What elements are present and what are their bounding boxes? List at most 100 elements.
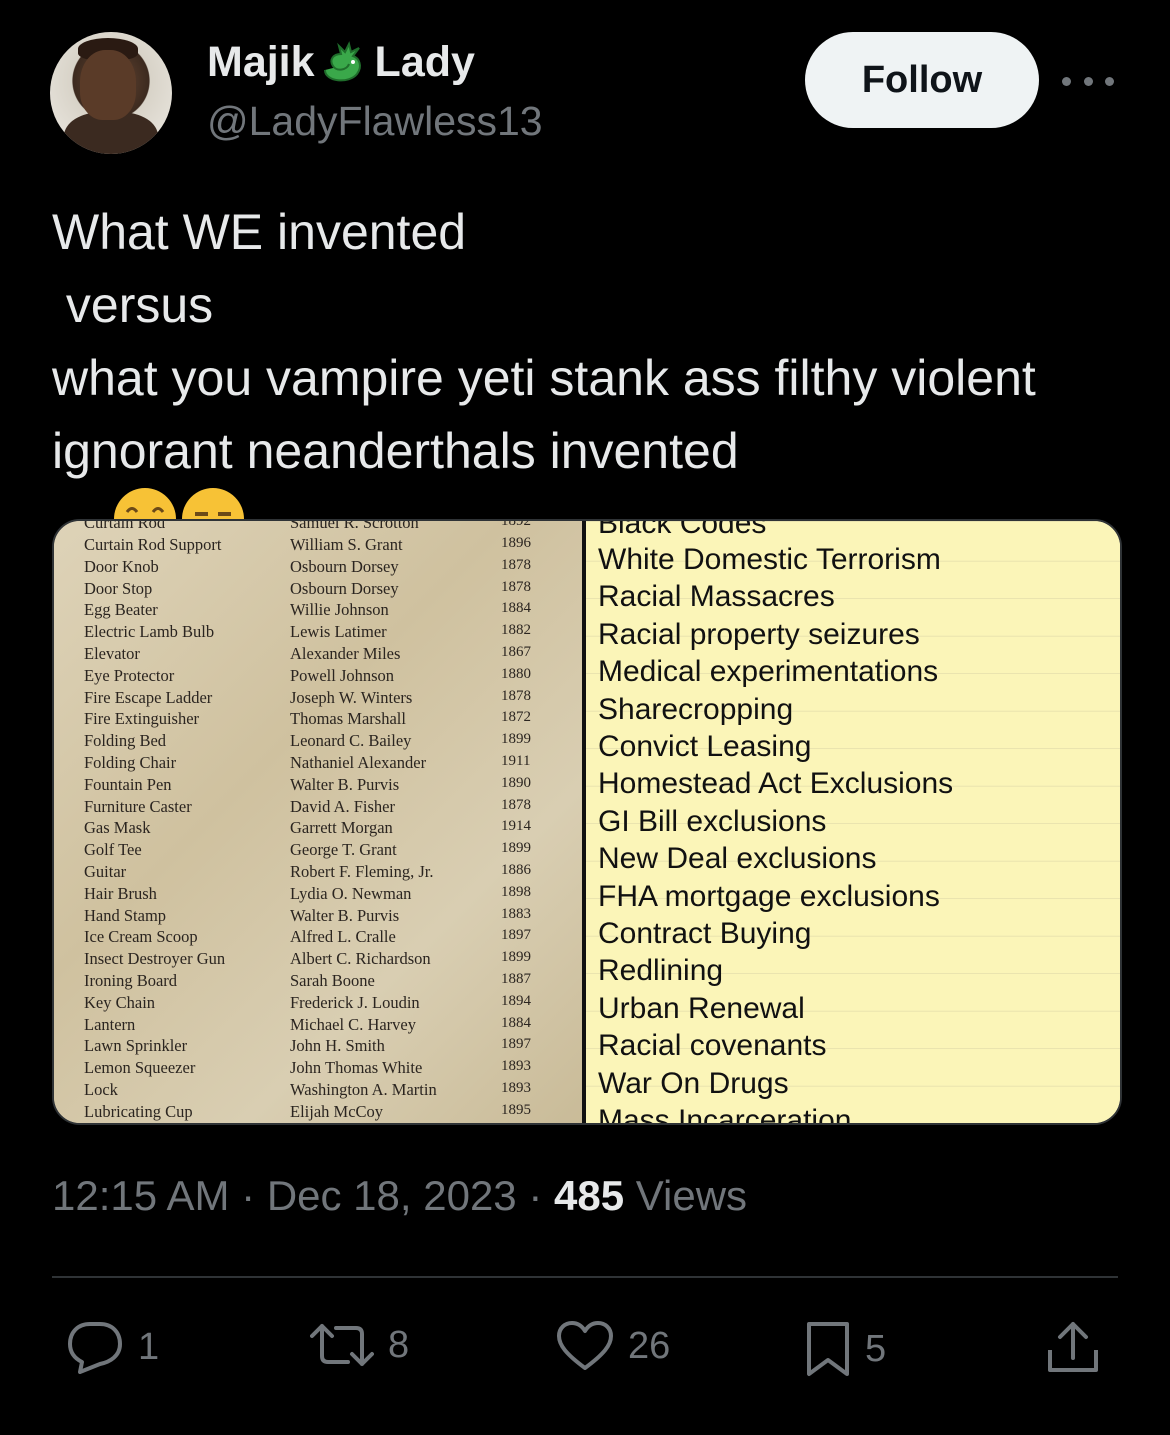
share-button[interactable] — [1046, 1320, 1100, 1376]
notepad-item: New Deal exclusions — [598, 842, 877, 876]
invention-name: Washington A. Martin — [290, 1080, 437, 1099]
invention-name: Alfred L. Cralle — [290, 927, 396, 947]
reply-count: 1 — [138, 1325, 160, 1368]
notepad-item-partial: Black Codes — [598, 519, 767, 540]
invention-name: Lewis Latimer — [290, 622, 387, 642]
reply-button[interactable]: 1 — [66, 1320, 159, 1374]
invention-item: Golf Tee — [84, 840, 142, 860]
display-name-part1: Majik — [207, 38, 315, 86]
invention-item: Lemon Squeezer — [84, 1058, 196, 1078]
invention-name: Albert C. Richardson — [290, 949, 431, 969]
invention-item: Electric Lamb Bulb — [84, 622, 215, 642]
invention-name: Frederick J. Loudin — [290, 992, 420, 1012]
invention-item: Hand Stamp — [84, 905, 167, 925]
avatar[interactable] — [50, 32, 172, 154]
invention-name: John H. Smith — [290, 1036, 385, 1056]
notepad-item-partial: Mass Incarceration — [598, 1104, 852, 1125]
invention-item: Ironing Board — [84, 971, 178, 990]
notepad-item: Homestead Act Exclusions — [598, 767, 954, 801]
invention-name: Samuel R. Scrotton — [290, 519, 419, 532]
invention-item: Hair Brush — [84, 883, 157, 903]
invention-year: 1886 — [501, 862, 531, 878]
invention-item: Fire Escape Ladder — [84, 687, 213, 707]
invention-name: Michael C. Harvey — [290, 1014, 416, 1034]
tweet-line-4-text: ignorant neanderthals invented — [52, 423, 739, 479]
invention-year: 1890 — [501, 774, 531, 791]
invention-item: Key Chain — [84, 992, 156, 1012]
invention-year: 1914 — [501, 818, 531, 835]
bookmark-count: 5 — [865, 1327, 887, 1370]
tweet-media-image[interactable]: Curtain Rod Samuel R. Scrotton 1892 Curtain… — [52, 519, 1122, 1125]
notepad-item: Racial property seizures — [598, 617, 920, 651]
display-name[interactable]: Majik Lady — [207, 38, 475, 87]
notepad-item: Convict Leasing — [598, 730, 812, 763]
invention-year: 1899 — [501, 840, 531, 857]
display-name-part2: Lady — [374, 38, 475, 86]
invention-name: Osbourn Dorsey — [290, 556, 399, 576]
invention-name: William S. Grant — [290, 535, 403, 554]
views-label: Views — [635, 1172, 748, 1219]
invention-year: 1899 — [501, 949, 531, 966]
invention-name: Walter B. Purvis — [290, 774, 400, 794]
notepad-item: Contract Buying — [598, 917, 812, 950]
invention-name: Alexander Miles — [290, 644, 401, 663]
invention-name: Sarah Boone — [290, 971, 375, 990]
invention-item: Ice Cream Scoop — [84, 927, 198, 947]
invention-name: Leonard C. Bailey — [290, 731, 412, 751]
invention-item: Fire Extinguisher — [84, 709, 200, 729]
invention-year: 1884 — [501, 600, 531, 617]
invention-item: Furniture Caster — [84, 796, 192, 816]
invention-name: John Thomas White — [290, 1058, 423, 1078]
invention-name: Elijah McCoy — [290, 1101, 384, 1121]
invention-name: George T. Grant — [290, 840, 397, 860]
inventions-list-panel: Curtain Rod Samuel R. Scrotton 1892 Curtain… — [54, 521, 584, 1123]
invention-item: Curtain Rod Support — [84, 535, 222, 554]
invention-year: 1896 — [501, 535, 531, 551]
invention-name: David A. Fisher — [290, 796, 395, 816]
like-button[interactable]: 26 — [556, 1320, 670, 1372]
repost-button[interactable]: 8 — [310, 1320, 409, 1370]
meta-separator: · — [241, 1172, 256, 1219]
invention-year: 1897 — [501, 927, 531, 944]
invention-item: Lubricating Cup — [84, 1101, 193, 1121]
tweet-line-3: what you vampire yeti stank ass filthy v… — [52, 350, 1036, 406]
tweet-line-2: versus — [52, 277, 214, 333]
follow-button[interactable]: Follow — [805, 32, 1039, 128]
invention-item: Door Stop — [84, 578, 153, 598]
invention-item: Folding Bed — [84, 731, 167, 751]
user-handle[interactable]: @LadyFlawless13 — [207, 98, 543, 145]
invention-item: Lantern — [84, 1014, 136, 1034]
invention-year: 1878 — [501, 796, 531, 813]
invention-year: 1895 — [501, 1101, 531, 1118]
invention-year: 1878 — [501, 687, 531, 704]
invention-year: 1883 — [501, 905, 531, 922]
notepad-item: Racial covenants — [598, 1029, 827, 1063]
invention-item: Lock — [84, 1080, 118, 1099]
invention-name: Powell Johnson — [290, 665, 395, 685]
notepad-item: White Domestic Terrorism — [598, 543, 941, 576]
more-options-icon[interactable] — [1062, 66, 1114, 96]
invention-name: Robert F. Fleming, Jr. — [290, 862, 434, 881]
notepad-item: Redlining — [598, 954, 724, 988]
invention-year: 1911 — [501, 753, 531, 769]
notepad-item: Medical experimentations — [598, 655, 939, 689]
invention-year: 1887 — [501, 971, 531, 987]
notepad-item: War On Drugs — [598, 1066, 789, 1100]
invention-year: 1898 — [501, 883, 531, 900]
invention-name: Joseph W. Winters — [290, 687, 413, 707]
tweet-time[interactable]: 12:15 AM — [52, 1172, 229, 1219]
bookmark-button[interactable]: 5 — [805, 1320, 886, 1378]
invention-year: 1899 — [501, 731, 531, 748]
tweet-meta: 12:15 AM · Dec 18, 2023 · 485 Views — [52, 1172, 747, 1220]
notepad-item: FHA mortgage exclusions — [598, 879, 940, 913]
invention-year: 1880 — [501, 665, 531, 682]
invention-year: 1897 — [501, 1036, 531, 1053]
invention-name: Nathaniel Alexander — [290, 753, 427, 772]
tweet-date[interactable]: Dec 18, 2023 — [267, 1172, 517, 1219]
invention-item: Gas Mask — [84, 818, 151, 838]
invention-item: Fountain Pen — [84, 774, 172, 794]
invention-name: Thomas Marshall — [290, 709, 406, 729]
bookmark-icon — [807, 1322, 849, 1376]
invention-name: Garrett Morgan — [290, 818, 393, 838]
invention-year: 1884 — [501, 1014, 531, 1031]
